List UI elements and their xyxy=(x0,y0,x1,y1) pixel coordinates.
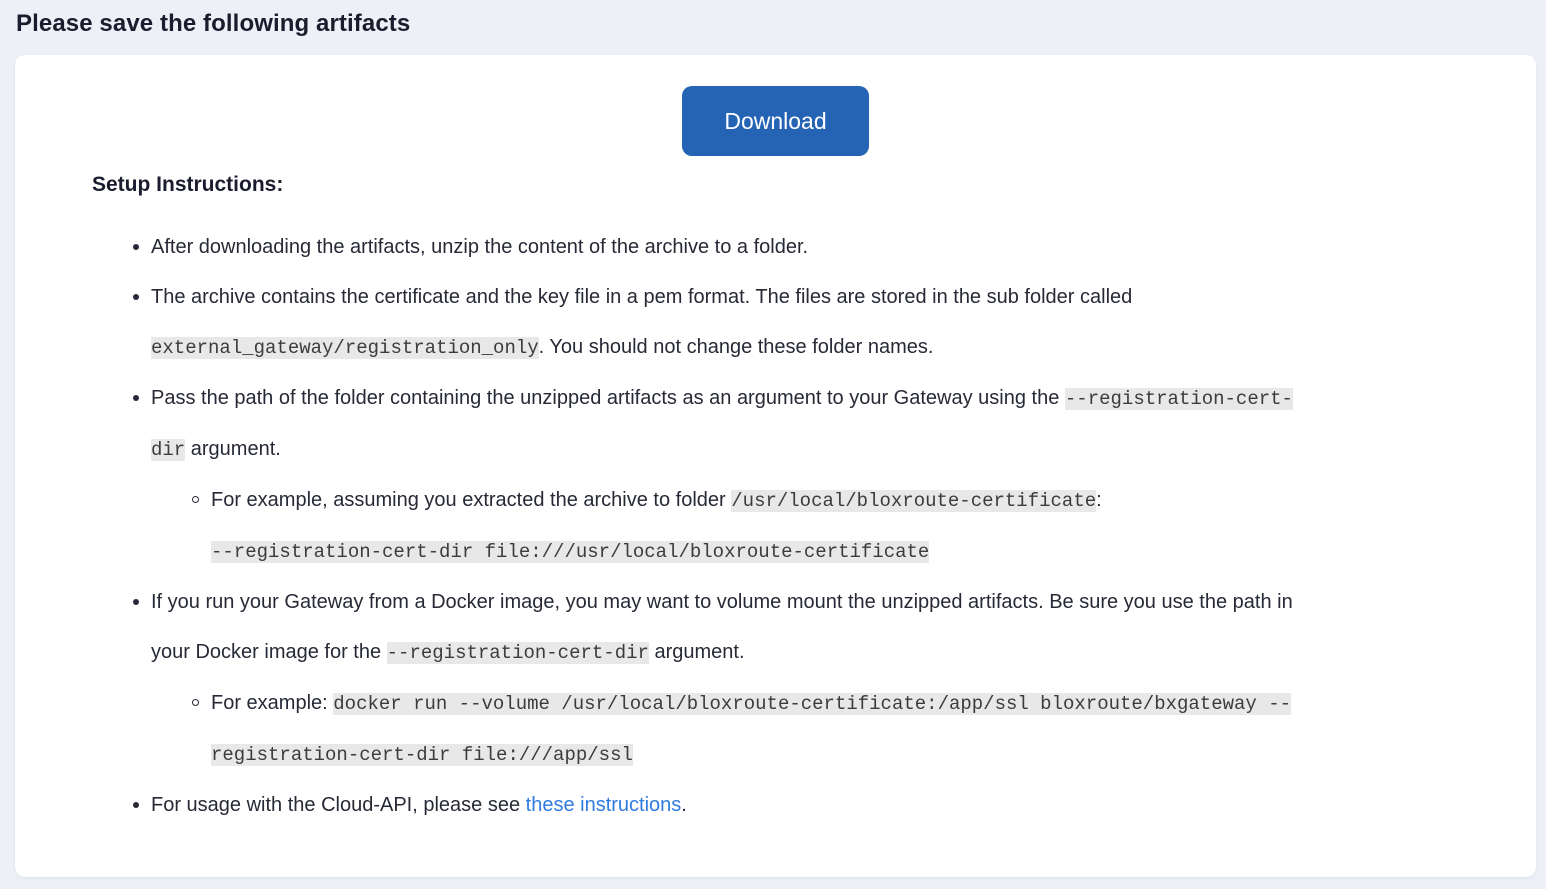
example-list: For example, assuming you extracted the … xyxy=(151,475,1461,577)
example-command-code: --registration-cert-dir file:///usr/loca… xyxy=(211,541,930,563)
download-button[interactable]: Download xyxy=(682,86,869,156)
example-list: For example: docker run --volume /usr/lo… xyxy=(151,678,1461,780)
these-instructions-link[interactable]: these instructions xyxy=(526,794,682,816)
instruction-unzip: After downloading the artifacts, unzip t… xyxy=(133,222,1461,272)
page-title: Please save the following artifacts xyxy=(16,10,411,37)
instruction-text: For usage with the Cloud-API, please see xyxy=(151,794,526,816)
example-text: For example: xyxy=(211,692,334,714)
example-path-code: /usr/local/bloxroute-certificate xyxy=(731,490,1097,512)
instruction-text: . You should not change these folder nam… xyxy=(538,336,934,358)
example-text: For example, assuming you extracted the … xyxy=(211,489,732,511)
example-colon: : xyxy=(1096,489,1102,511)
example-item: For example: docker run --volume /usr/lo… xyxy=(192,678,1461,780)
instruction-text: your Docker image for the xyxy=(151,641,387,663)
instructions-list: After downloading the artifacts, unzip t… xyxy=(133,222,1461,830)
folder-path-code: external_gateway/registration_only xyxy=(151,337,539,359)
instruction-pass-path: Pass the path of the folder containing t… xyxy=(133,373,1461,577)
instruction-docker: If you run your Gateway from a Docker im… xyxy=(133,577,1461,780)
setup-instructions-title: Setup Instructions: xyxy=(92,173,284,196)
example-item: For example, assuming you extracted the … xyxy=(192,475,1461,577)
argument-code-continued: dir xyxy=(151,439,186,461)
instruction-text: If you run your Gateway from a Docker im… xyxy=(151,591,1293,613)
instruction-cloud-api: For usage with the Cloud-API, please see… xyxy=(133,780,1461,830)
instruction-archive-contents: The archive contains the certificate and… xyxy=(133,272,1461,373)
instruction-text: . xyxy=(681,794,687,816)
artifacts-card: Download Setup Instructions: After downl… xyxy=(15,55,1536,877)
docker-command-code-continued: registration-cert-dir file:///app/ssl xyxy=(211,744,633,766)
instruction-text: argument. xyxy=(648,641,745,663)
argument-code: --registration-cert-dir xyxy=(386,642,649,664)
instruction-text: Pass the path of the folder containing t… xyxy=(151,387,1065,409)
instruction-text: After downloading the artifacts, unzip t… xyxy=(151,236,809,258)
instruction-text: The archive contains the certificate and… xyxy=(151,286,1133,308)
instruction-text: argument. xyxy=(185,438,281,460)
docker-command-code: docker run --volume /usr/local/bloxroute… xyxy=(333,693,1292,715)
argument-code: --registration-cert- xyxy=(1064,388,1293,410)
